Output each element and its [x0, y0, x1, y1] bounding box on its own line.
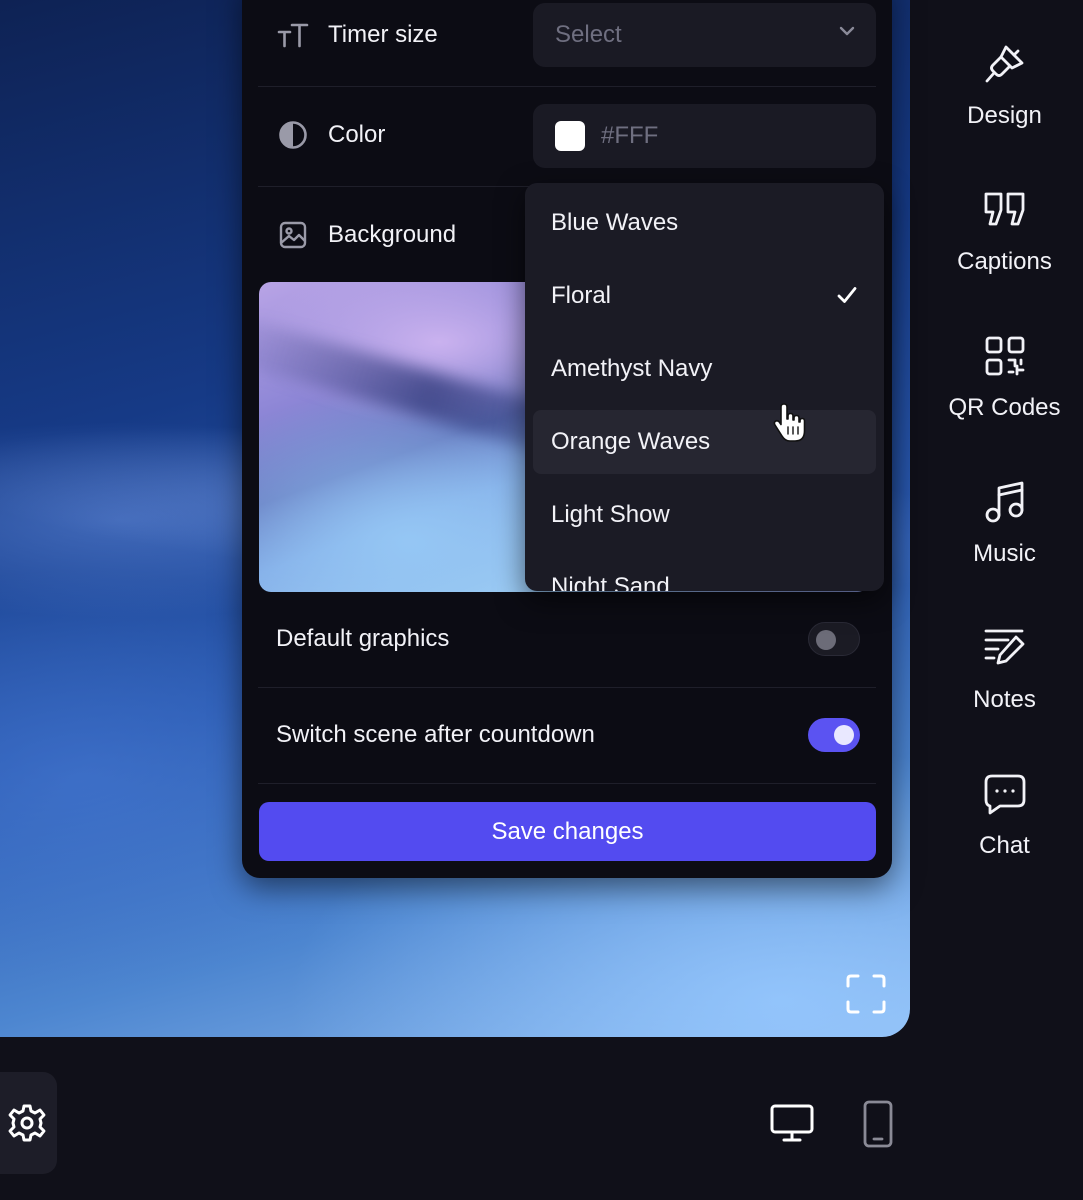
- sidebar-label: Chat: [979, 832, 1030, 859]
- background-label: Background: [328, 221, 457, 248]
- background-dropdown-menu: Blue Waves Floral Amethyst Navy Orange W…: [525, 183, 884, 591]
- hand-cursor-icon: [773, 403, 806, 442]
- switch-scene-row: Switch scene after countdown: [258, 702, 876, 768]
- sidebar-item-music[interactable]: Music: [926, 478, 1083, 598]
- color-swatch[interactable]: [555, 121, 585, 151]
- chat-icon: [981, 770, 1029, 818]
- dropdown-option-light-show[interactable]: Light Show: [533, 483, 876, 547]
- toggle-knob: [834, 725, 854, 745]
- option-label: Orange Waves: [551, 428, 711, 455]
- sidebar-label: Design: [967, 102, 1042, 129]
- toggle-knob: [816, 630, 836, 650]
- divider: [258, 86, 876, 87]
- sidebar-label: QR Codes: [948, 394, 1061, 421]
- dropdown-option-floral[interactable]: Floral: [533, 264, 876, 328]
- contrast-icon: [276, 118, 310, 152]
- default-graphics-label: Default graphics: [276, 625, 450, 652]
- divider: [258, 687, 876, 688]
- default-graphics-toggle[interactable]: [808, 622, 860, 656]
- dropdown-option-night-sand[interactable]: Night Sand: [533, 555, 876, 591]
- dropdown-option-amethyst-navy[interactable]: Amethyst Navy: [533, 337, 876, 401]
- chevron-down-icon: [839, 26, 855, 36]
- divider: [258, 783, 876, 784]
- sidebar-item-captions[interactable]: Captions: [926, 186, 1083, 306]
- fullscreen-button[interactable]: [843, 971, 889, 1017]
- timer-size-placeholder: Select: [555, 21, 622, 48]
- checkmark-icon: [837, 287, 857, 303]
- text-size-icon: [276, 18, 310, 52]
- sidebar-item-notes[interactable]: Notes: [926, 624, 1083, 744]
- desktop-icon: [770, 1104, 814, 1142]
- mobile-view-button[interactable]: [860, 1100, 896, 1148]
- option-label: Blue Waves: [551, 209, 679, 236]
- dropdown-option-orange-waves[interactable]: Orange Waves: [533, 410, 876, 474]
- color-label: Color: [328, 121, 386, 148]
- brush-icon: [981, 40, 1029, 88]
- timer-size-label: Timer size: [328, 21, 438, 48]
- sidebar-label: Music: [973, 540, 1036, 567]
- switch-scene-toggle[interactable]: [808, 718, 860, 752]
- fullscreen-icon: [846, 974, 886, 1014]
- option-label: Night Sand: [551, 573, 670, 591]
- option-label: Light Show: [551, 501, 670, 528]
- switch-scene-label: Switch scene after countdown: [276, 721, 595, 748]
- color-input[interactable]: #FFF: [533, 104, 876, 168]
- option-label: Floral: [551, 282, 612, 309]
- sidebar-item-chat[interactable]: Chat: [926, 770, 1083, 890]
- save-changes-button[interactable]: Save changes: [259, 802, 876, 861]
- color-hex-value: #FFF: [601, 122, 659, 149]
- timer-size-select[interactable]: Select: [533, 3, 876, 67]
- sidebar-label: Captions: [957, 248, 1052, 275]
- sidebar-item-design[interactable]: Design: [926, 40, 1083, 160]
- settings-button[interactable]: [0, 1072, 57, 1174]
- music-note-icon: [981, 478, 1029, 526]
- gear-icon: [8, 1104, 46, 1142]
- default-graphics-row: Default graphics: [258, 606, 876, 672]
- notes-icon: [981, 624, 1029, 672]
- quote-icon: [981, 186, 1029, 234]
- desktop-view-button[interactable]: [768, 1100, 816, 1146]
- option-label: Amethyst Navy: [551, 355, 713, 382]
- sidebar-item-qr-codes[interactable]: QR Codes: [926, 332, 1083, 452]
- qr-code-icon: [981, 332, 1029, 380]
- image-icon: [276, 218, 310, 252]
- sidebar-label: Notes: [973, 686, 1036, 713]
- mobile-icon: [863, 1100, 893, 1148]
- dropdown-option-blue-waves[interactable]: Blue Waves: [533, 191, 876, 255]
